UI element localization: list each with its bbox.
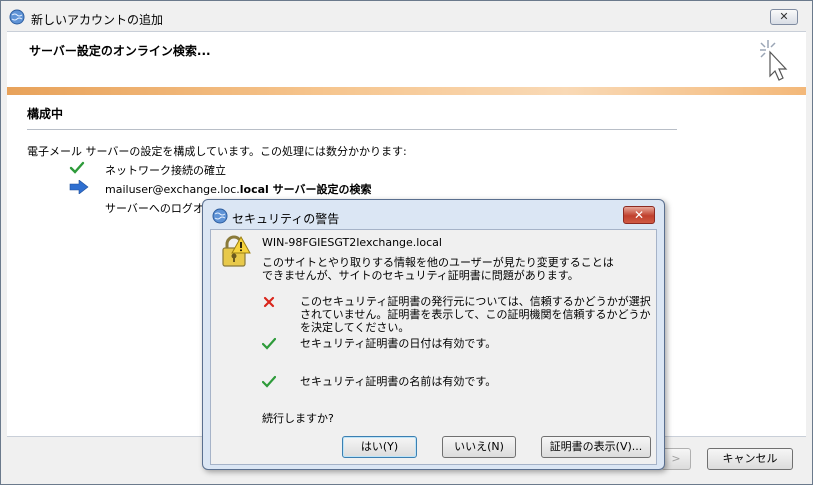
dialog-title: セキュリティの警告 [232,212,340,226]
next-button[interactable]: > [661,448,691,470]
continue-prompt: 続行しますか? [262,412,334,425]
check-icon [261,375,277,389]
view-certificate-button[interactable]: 証明書の表示(V)... [541,436,651,458]
dialog-titlebar: セキュリティの警告 ✕ [203,200,664,230]
sparkle-cursor-icon [756,38,792,82]
check-icon [261,337,277,351]
error-x-icon [262,295,276,309]
section-divider [27,129,677,130]
yes-button[interactable]: はい(Y) [342,436,417,458]
section-title: 構成中 [27,107,64,121]
lock-warning-icon [219,235,251,269]
window-close-button[interactable]: ✕ [770,9,798,25]
outlook-globe-icon [9,9,25,25]
dialog-message: このサイトとやり取りする情報を他のユーザーが見たり変更することはできませんが、サ… [262,256,614,282]
arrow-right-icon [69,179,89,196]
dialog-body: WIN-98FGIESGT2Iexchange.local このサイトとやり取り… [210,229,657,465]
step-label: ネットワーク接続の確立 [105,164,226,177]
header-accent-bar [7,87,806,95]
step-label: サーバーへのログオン [105,202,215,215]
dialog-hostname: WIN-98FGIESGT2Iexchange.local [262,236,442,249]
outlook-globe-icon [212,208,228,224]
window-titlebar: 新しいアカウントの追加 ✕ [1,1,812,31]
section-description: 電子メール サーバーの設定を構成しています。この処理には数分かかります: [27,145,407,158]
check-text: セキュリティ証明書の日付は有効です。 [300,337,497,350]
step-label: mailuser@exchange.loc.local サーバー設定の検索 [105,181,372,197]
step-email: mailuser@exchange.loc. [105,183,240,196]
wizard-heading: サーバー設定のオンライン検索... [29,44,211,58]
security-warning-dialog: セキュリティの警告 ✕ WIN-98FGIESGT2Iexchange.loca… [202,199,665,470]
dialog-close-button[interactable]: ✕ [623,206,655,224]
check-icon [69,161,89,177]
no-button[interactable]: いいえ(N) [442,436,516,458]
step-bold-text: local サーバー設定の検索 [239,183,372,196]
check-text: このセキュリティ証明書の発行元については、信頼するかどうかが選択されていません。… [300,295,651,334]
window-title: 新しいアカウントの追加 [31,13,164,27]
wizard-header: サーバー設定のオンライン検索... [7,31,806,87]
check-text: セキュリティ証明書の名前は有効です。 [300,375,497,388]
cancel-button[interactable]: キャンセル [707,448,793,470]
